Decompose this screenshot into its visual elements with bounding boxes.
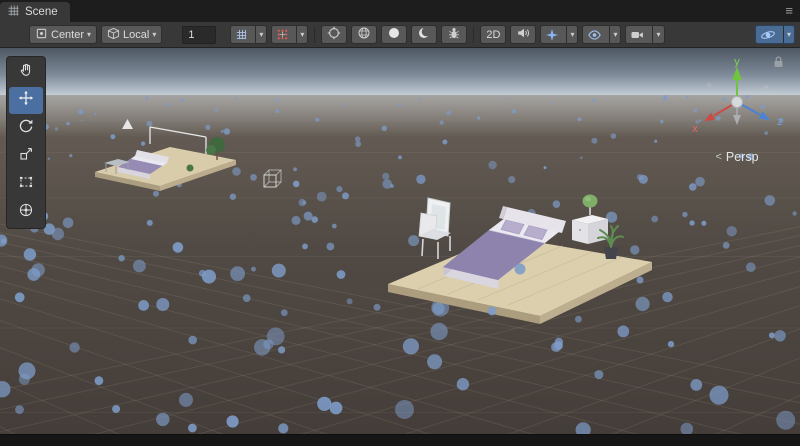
orientation-gizmo: y x z — [682, 54, 792, 164]
svg-text:y: y — [734, 56, 740, 68]
svg-text:x: x — [692, 123, 698, 135]
scene-lighting-button[interactable] — [411, 25, 437, 44]
effects-star-icon — [541, 26, 563, 43]
tool-hand[interactable] — [9, 59, 43, 86]
transform-icon — [18, 202, 34, 223]
orbit-gizmo-button[interactable]: ▾ — [755, 25, 795, 44]
snap-grid-icon — [272, 26, 293, 43]
camera-settings-button[interactable]: ▾ — [625, 25, 664, 44]
scene-camera-settings-button[interactable] — [321, 25, 347, 44]
shading-mode-button[interactable] — [351, 25, 377, 44]
snap-increment-field[interactable] — [182, 26, 216, 44]
chevron-down-icon: ▾ — [656, 31, 660, 39]
sky — [0, 48, 800, 95]
scene-toolbar: Center ▾ Local ▾ ▾ ▾ — [0, 22, 800, 48]
tab-options-icon[interactable]: ≡ — [785, 2, 793, 20]
x-axis-handle[interactable]: x — [692, 102, 737, 135]
debug-bug-button[interactable] — [441, 25, 467, 44]
grid-visibility-button[interactable]: ▾ — [230, 25, 267, 44]
projection-prefix: < — [715, 151, 721, 163]
bug-icon — [447, 26, 461, 43]
gizmo-center-handle[interactable] — [732, 97, 743, 108]
orientation-mode-button[interactable]: Local ▾ — [101, 25, 162, 44]
tool-column — [6, 56, 46, 229]
mode-2d-label: 2D — [486, 29, 500, 41]
scene-canvas[interactable] — [0, 48, 800, 434]
rotate-icon — [18, 118, 34, 139]
scene-viewport[interactable]: y x z — [0, 48, 800, 434]
grid-icon — [231, 26, 252, 43]
projection-toggle[interactable]: < Persp — [682, 150, 792, 164]
scene-window: Scene ≡ Center ▾ Local ▾ ▾ — [0, 0, 800, 446]
orbit-icon — [756, 26, 780, 43]
z-axis-handle[interactable]: z — [737, 102, 783, 128]
chevron-down-icon: ▾ — [613, 31, 617, 39]
mode-2d-button[interactable]: 2D — [480, 25, 506, 44]
scene-tab[interactable]: Scene — [0, 2, 70, 22]
grid-tab-icon — [7, 4, 20, 20]
y-axis-handle[interactable]: y — [732, 56, 742, 102]
speaker-icon — [516, 26, 530, 43]
chevron-down-icon: ▾ — [300, 31, 304, 39]
pivot-mode-label: Center — [51, 29, 84, 41]
shaded-sphere-icon — [357, 26, 371, 43]
svg-text:z: z — [777, 116, 783, 128]
chevron-down-icon: ▾ — [570, 31, 574, 39]
bottom-bar — [0, 434, 800, 446]
lock-icon[interactable] — [773, 56, 784, 68]
projection-label: Persp — [726, 150, 759, 164]
camera-icon — [626, 26, 649, 43]
scale-icon — [18, 146, 34, 167]
tool-rotate[interactable] — [9, 115, 43, 142]
chevron-down-icon: ▾ — [259, 31, 263, 39]
hand-icon — [18, 62, 34, 83]
chevron-down-icon: ▾ — [787, 31, 791, 39]
white-circle-icon — [387, 26, 401, 43]
orientation-mode-label: Local — [123, 29, 149, 41]
pivot-center-icon — [35, 27, 48, 43]
local-cube-icon — [107, 27, 120, 43]
rect-tool-icon — [18, 174, 34, 195]
tool-rect[interactable] — [9, 171, 43, 198]
snap-settings-button[interactable]: ▾ — [271, 25, 308, 44]
chevron-down-icon: ▾ — [87, 31, 91, 39]
tool-transform[interactable] — [9, 199, 43, 226]
audio-toggle-button[interactable] — [510, 25, 536, 44]
crescent-moon-icon — [417, 26, 431, 43]
scene-visibility-button[interactable]: ▾ — [582, 25, 621, 44]
crosshair-circle-icon — [327, 26, 341, 43]
tool-scale[interactable] — [9, 143, 43, 170]
move-icon — [18, 90, 34, 111]
tab-bar: Scene ≡ — [0, 0, 800, 22]
pivot-mode-button[interactable]: Center ▾ — [29, 25, 97, 44]
eye-icon — [583, 26, 606, 43]
render-doc-button[interactable] — [381, 25, 407, 44]
effects-button[interactable]: ▾ — [540, 25, 578, 44]
scene-tab-label: Scene — [25, 6, 58, 18]
chevron-down-icon: ▾ — [152, 31, 156, 39]
tool-move[interactable] — [9, 87, 43, 114]
